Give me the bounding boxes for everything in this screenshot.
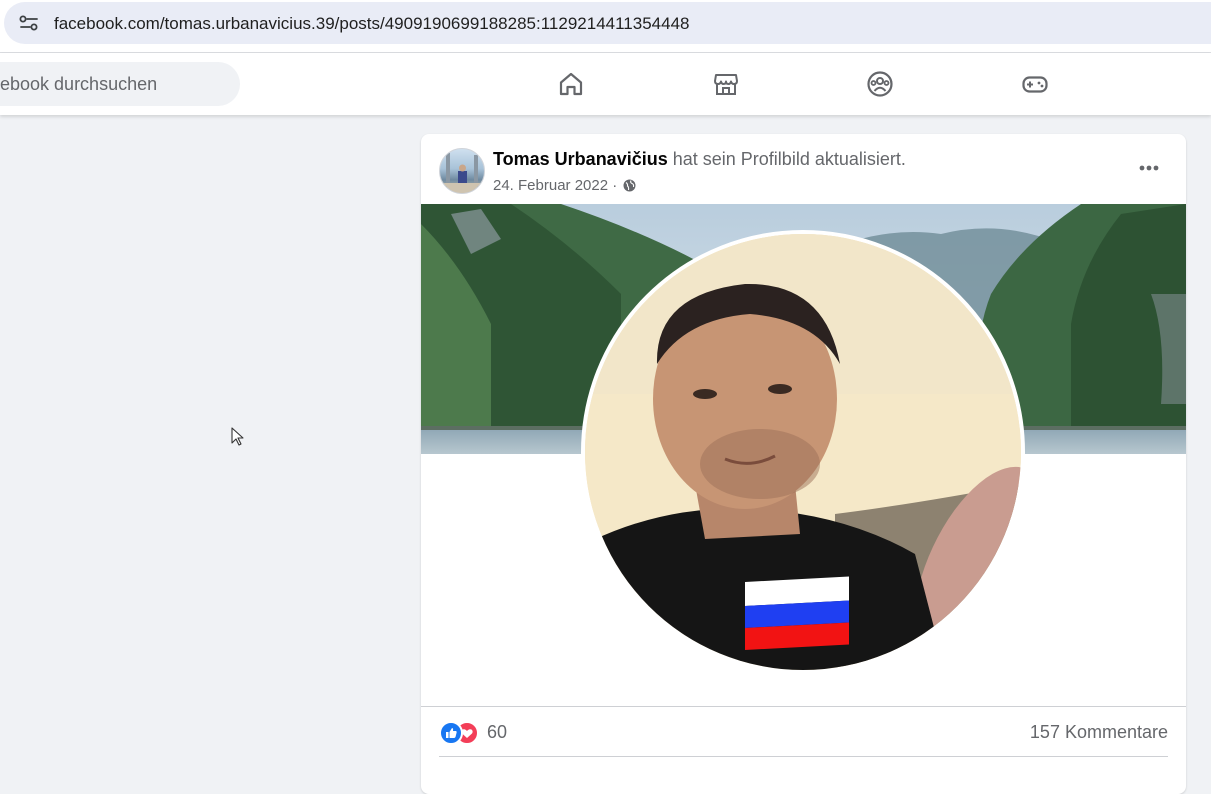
more-dots-icon bbox=[1139, 165, 1159, 171]
more-options-button[interactable] bbox=[1129, 152, 1169, 184]
reaction-count: 60 bbox=[487, 722, 508, 742]
author-avatar[interactable] bbox=[439, 148, 485, 194]
address-bar[interactable]: facebook.com/tomas.urbanavicius.39/posts… bbox=[4, 2, 1211, 44]
search-input[interactable]: ebook durchsuchen bbox=[0, 62, 240, 106]
facebook-header: ebook durchsuchen bbox=[0, 53, 1211, 115]
post-card: Tomas Urbanavičius hat sein Profilbild a… bbox=[421, 134, 1186, 794]
post-date-link[interactable]: 24. Februar 2022 bbox=[493, 177, 608, 194]
divider bbox=[421, 706, 1186, 707]
search-placeholder: ebook durchsuchen bbox=[0, 74, 158, 94]
actions-divider bbox=[439, 756, 1168, 757]
mouse-cursor-icon bbox=[231, 427, 245, 447]
groups-icon[interactable] bbox=[866, 70, 894, 98]
post-action-text: hat sein Profilbild aktualisiert. bbox=[672, 149, 906, 169]
marketplace-icon[interactable] bbox=[712, 70, 740, 98]
post-meta: 24. Februar 2022 · bbox=[493, 177, 636, 194]
comments-count-link[interactable]: 157 Kommentare bbox=[1030, 722, 1168, 743]
like-reaction-icon bbox=[439, 721, 463, 745]
meta-separator: · bbox=[612, 177, 618, 194]
browser-toolbar: facebook.com/tomas.urbanavicius.39/posts… bbox=[0, 0, 1211, 53]
reactions-summary[interactable]: 60 bbox=[439, 720, 639, 745]
gaming-icon[interactable] bbox=[1021, 70, 1049, 98]
post-header-line: Tomas Urbanavičius hat sein Profilbild a… bbox=[493, 149, 906, 170]
profile-picture[interactable] bbox=[581, 230, 1025, 674]
author-name-link[interactable]: Tomas Urbanavičius bbox=[493, 149, 668, 169]
url-text[interactable]: facebook.com/tomas.urbanavicius.39/posts… bbox=[54, 14, 689, 34]
site-settings-icon[interactable] bbox=[18, 13, 40, 33]
home-icon[interactable] bbox=[557, 70, 585, 98]
globe-icon[interactable] bbox=[623, 179, 636, 192]
